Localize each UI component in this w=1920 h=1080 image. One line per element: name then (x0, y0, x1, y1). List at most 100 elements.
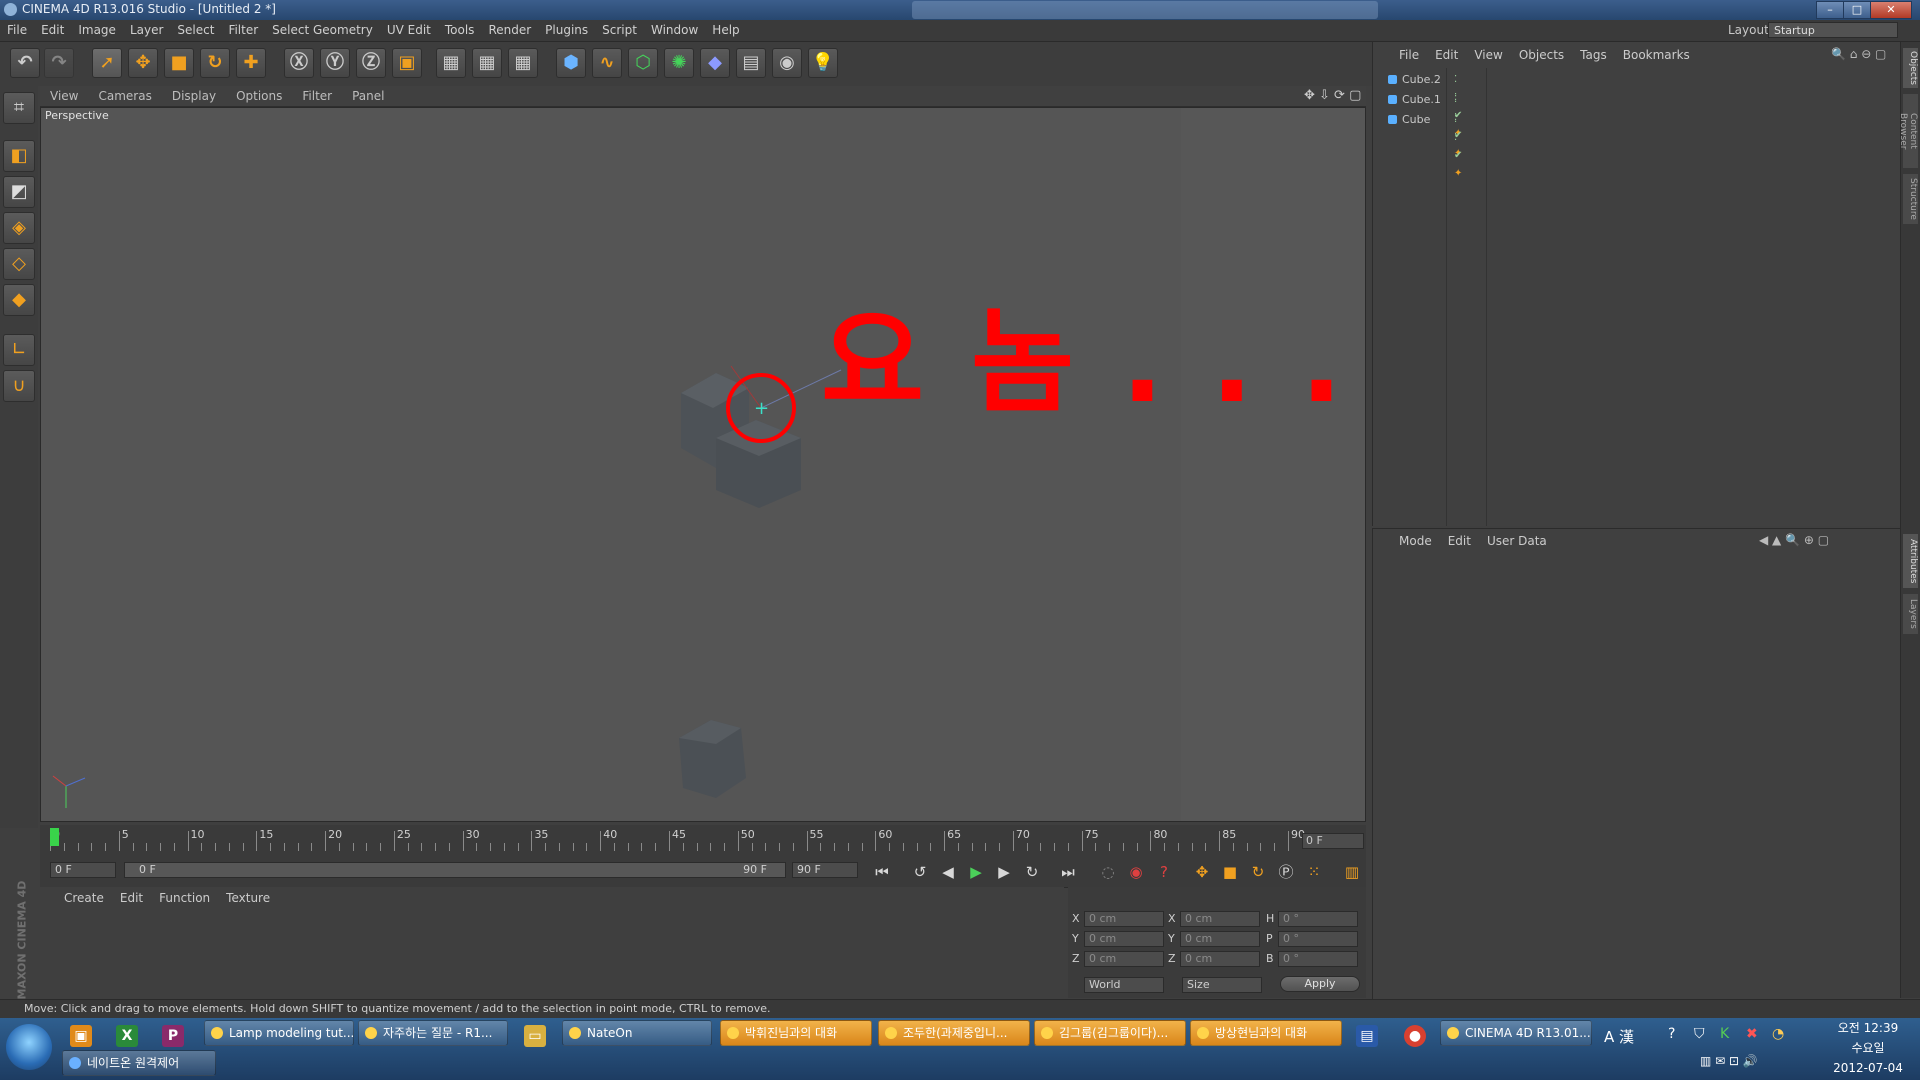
viewport-menu-view[interactable]: View (40, 86, 88, 106)
coordinate-value-field[interactable]: 0 cm (1180, 931, 1260, 947)
menu-plugins[interactable]: Plugins (538, 20, 595, 41)
menu-window[interactable]: Window (644, 20, 705, 41)
taskbar-window-button[interactable]: 방상현님과의 대화 (1190, 1020, 1342, 1046)
floor-scene-icon[interactable]: ▤ (736, 48, 766, 78)
menu-layer[interactable]: Layer (123, 20, 170, 41)
coordinate-value-field[interactable]: 0 cm (1084, 951, 1164, 967)
attr-menu-user-data[interactable]: User Data (1479, 529, 1555, 553)
size-mode-select[interactable]: Size (1182, 977, 1262, 993)
x-axis-lock-icon[interactable]: Ⓧ (284, 48, 314, 78)
material-menu-function[interactable]: Function (151, 887, 218, 909)
objmgr-menu-file[interactable]: File (1373, 42, 1427, 68)
taskbar-window-button[interactable]: 조두한(과제중입니... (878, 1020, 1030, 1046)
coordinate-mode-select[interactable]: World (1084, 977, 1164, 993)
recent-tools-icon[interactable]: ✚ (236, 48, 266, 78)
next-frame-icon[interactable]: ▶ (992, 861, 1016, 883)
start-button[interactable] (6, 1024, 52, 1070)
coordinate-value-field[interactable]: 0 ° (1278, 931, 1358, 947)
menu-edit[interactable]: Edit (34, 20, 71, 41)
coordinate-value-field[interactable]: 0 ° (1278, 951, 1358, 967)
close-button[interactable]: ✕ (1870, 1, 1912, 19)
redo-icon[interactable]: ↷ (44, 48, 74, 78)
layout-select[interactable]: Startup (1768, 22, 1898, 38)
tab-content-browser[interactable]: Content Browser (1898, 94, 1918, 168)
menu-render[interactable]: Render (481, 20, 538, 41)
update-tray-icon[interactable]: ◔ (1772, 1026, 1784, 1042)
start-frame-field[interactable]: 0 F (50, 862, 116, 878)
objmgr-menu-tags[interactable]: Tags (1572, 42, 1615, 68)
texture-mode-icon[interactable]: ◩ (3, 176, 35, 208)
y-axis-lock-icon[interactable]: Ⓨ (320, 48, 350, 78)
points-mode-icon[interactable]: ◈ (3, 212, 35, 244)
object-row-cube-1[interactable]: Cube.1 ⁚ ⁚✔ ✦ (1388, 91, 1462, 159)
coordinate-value-field[interactable]: 0 cm (1084, 911, 1164, 927)
light-icon[interactable]: 💡 (808, 48, 838, 78)
make-editable-icon[interactable]: ⌗ (3, 92, 35, 124)
menu-script[interactable]: Script (595, 20, 644, 41)
coordinate-value-field[interactable]: 0 cm (1084, 931, 1164, 947)
taskbar-window-button[interactable]: Lamp modeling tut... (204, 1020, 354, 1046)
end-frame-field[interactable]: 90 F (792, 862, 858, 878)
camera-icon[interactable]: ◉ (772, 48, 802, 78)
menu-tools[interactable]: Tools (438, 20, 482, 41)
objmgr-menu-objects[interactable]: Objects (1511, 42, 1572, 68)
workplane-icon[interactable]: ∟ (3, 334, 35, 366)
spline-pen-icon[interactable]: ∿ (592, 48, 622, 78)
perspective-viewport[interactable]: Perspective + 요 놈 . . . (40, 107, 1366, 822)
menu-uv-edit[interactable]: UV Edit (380, 20, 438, 41)
previous-key-icon[interactable]: ↺ (908, 861, 932, 883)
go-to-start-icon[interactable]: ⏮ (870, 861, 894, 883)
objmgr-menu-edit[interactable]: Edit (1427, 42, 1466, 68)
coordinate-value-field[interactable]: 0 ° (1278, 911, 1358, 927)
menu-filter[interactable]: Filter (221, 20, 265, 41)
menu-select-geometry[interactable]: Select Geometry (265, 20, 380, 41)
polygons-mode-icon[interactable]: ◆ (3, 284, 35, 316)
app-quicklaunch-icon[interactable]: P (162, 1025, 184, 1047)
scale-icon[interactable]: ■ (164, 48, 194, 78)
objmgr-menu-view[interactable]: View (1466, 42, 1510, 68)
visibility-checkmarks[interactable]: ⁚ ⁚✔ ✦ (1454, 111, 1462, 183)
menu-file[interactable]: File (0, 20, 34, 41)
move-icon[interactable]: ✥ (128, 48, 158, 78)
model-mode-icon[interactable]: ◧ (3, 140, 35, 172)
minimize-button[interactable]: – (1816, 1, 1844, 19)
object-row-cube-2[interactable]: Cube.2 ⁚ ⁚✔ ✦ (1388, 71, 1462, 139)
coordinate-value-field[interactable]: 0 cm (1180, 951, 1260, 967)
key-scale-icon[interactable]: ■ (1218, 861, 1242, 883)
material-manager[interactable]: Create Edit Function Texture (40, 887, 1064, 998)
system-clock[interactable]: 오전 12:39 수요일 2012-07-04 (1820, 1018, 1916, 1078)
coordinate-value-field[interactable]: 0 cm (1180, 911, 1260, 927)
preview-range-slider[interactable]: 0 F 90 F (124, 862, 786, 878)
undo-icon[interactable]: ↶ (10, 48, 40, 78)
objmgr-menu-bookmarks[interactable]: Bookmarks (1615, 42, 1698, 68)
z-axis-lock-icon[interactable]: Ⓩ (356, 48, 386, 78)
desktop-taskbar-icon[interactable]: ▤ (1356, 1025, 1378, 1047)
material-menu-edit[interactable]: Edit (112, 887, 151, 909)
deformer-icon[interactable]: ◆ (700, 48, 730, 78)
render-picture-viewer-icon[interactable]: ▦ (472, 48, 502, 78)
menu-image[interactable]: Image (71, 20, 123, 41)
timeline-window-icon[interactable]: ▥ (1340, 861, 1364, 883)
tab-attributes[interactable]: Attributes (1903, 534, 1918, 588)
apply-button[interactable]: Apply (1280, 976, 1360, 992)
attr-navigation-icons[interactable]: ◀ ▲ 🔍 ⊕ ▢ (1759, 533, 1829, 547)
taskbar-window-button[interactable]: 김그룹(김그룹이다)... (1034, 1020, 1186, 1046)
viewport-menu-panel[interactable]: Panel (342, 86, 394, 106)
render-settings-icon[interactable]: ▦ (508, 48, 538, 78)
snap-magnet-icon[interactable]: ∪ (3, 370, 35, 402)
previous-frame-icon[interactable]: ◀ (936, 861, 960, 883)
edges-mode-icon[interactable]: ◇ (3, 248, 35, 280)
objmgr-search-icons[interactable]: 🔍 ⌂ ⊖ ▢ (1831, 47, 1886, 61)
shield-tray-icon[interactable]: ⛉ (1694, 1026, 1705, 1042)
help-tray-icon[interactable]: ? (1668, 1026, 1675, 1042)
object-row-cube[interactable]: Cube ⁚ ⁚✔ ✦ (1388, 111, 1462, 179)
attr-menu-mode[interactable]: Mode (1373, 529, 1440, 553)
material-menu-texture[interactable]: Texture (218, 887, 278, 909)
current-frame-field[interactable]: 0 F (1302, 833, 1364, 849)
key-rotation-icon[interactable]: ↻ (1246, 861, 1270, 883)
playhead[interactable] (50, 828, 59, 846)
cube-object-icon[interactable]: ⬢ (556, 48, 586, 78)
attr-menu-edit[interactable]: Edit (1440, 529, 1479, 553)
record-icon[interactable]: ◉ (1124, 861, 1148, 883)
taskbar-window-button[interactable]: 네이트온 원격제어 (62, 1050, 216, 1076)
